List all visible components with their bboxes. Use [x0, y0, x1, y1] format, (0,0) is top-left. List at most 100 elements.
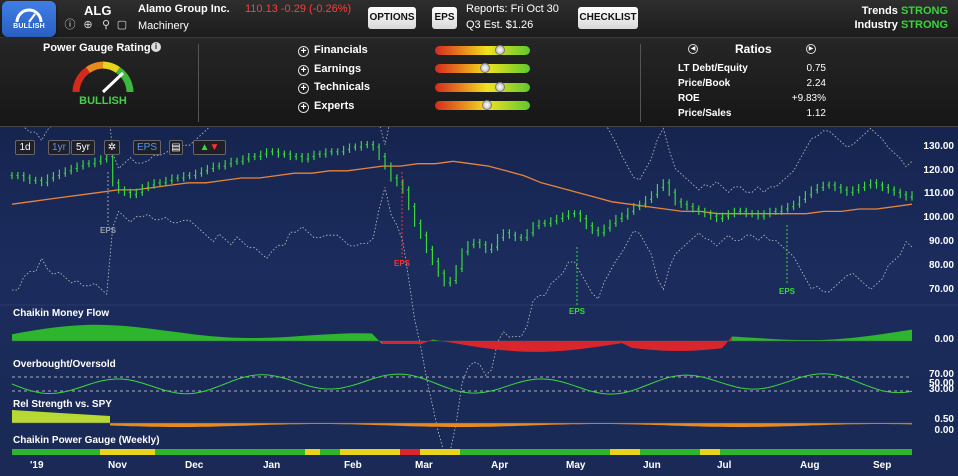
money-flow-bar [622, 341, 632, 348]
power-gauge-segment [420, 449, 460, 455]
eps-marker-label[interactable]: EPS [100, 226, 116, 235]
power-gauge-segment [155, 449, 305, 455]
money-flow-bar [402, 341, 412, 344]
money-flow-bar [52, 326, 62, 341]
factor-label: Experts [314, 100, 355, 112]
factor-bar-earnings [435, 63, 530, 73]
range-5yr-button[interactable]: 5yr [71, 140, 95, 155]
factor-label: Financials [314, 44, 368, 56]
expand-icon[interactable]: + [298, 102, 309, 113]
x-tick-label: May [566, 460, 586, 471]
price-tick-label: 110.00 [923, 188, 954, 199]
trends-label: Trends [861, 5, 898, 17]
money-flow-bar [112, 325, 122, 341]
industry-label: Industry [854, 19, 898, 31]
factor-knob [480, 63, 491, 73]
search-icon[interactable]: ⚲ [100, 19, 112, 31]
expand-icon[interactable]: + [298, 83, 309, 94]
document-icon[interactable]: ▤ [169, 140, 183, 155]
ratio-label: ROE [678, 93, 700, 104]
power-gauge-segment [400, 449, 420, 455]
eps-marker-label[interactable]: EPS [569, 307, 585, 316]
money-flow-bar [62, 325, 72, 341]
ratio-value: 0.75 [806, 63, 826, 74]
money-flow-bar [312, 334, 322, 341]
trends-value: STRONG [900, 5, 948, 17]
money-flow-bar [832, 338, 842, 341]
factor-earnings[interactable]: + Earnings [298, 63, 361, 76]
money-flow-bar [252, 337, 262, 341]
gauge-panel: Power Gauge Rating i BULLISH + Financials… [0, 38, 958, 127]
prev-arrow-icon[interactable]: ◀ [688, 44, 698, 54]
eps-marker-label[interactable]: EPS [394, 259, 410, 268]
money-flow-bar [842, 337, 852, 341]
overbought-tick-label: 30.00 [928, 384, 954, 395]
money-flow-bar [902, 329, 912, 341]
company-name: Alamo Group Inc. [138, 3, 230, 15]
price-chart[interactable] [0, 127, 958, 476]
money-flow-bar [462, 341, 472, 347]
ratio-value: 2.24 [806, 78, 826, 89]
price-tick-label: 90.00 [928, 236, 954, 247]
settings-gear-icon[interactable]: ✲ [104, 140, 120, 155]
factor-experts[interactable]: + Experts [298, 100, 354, 113]
power-gauge-segment [12, 449, 100, 455]
power-gauge-segment [340, 449, 400, 455]
checklist-button[interactable]: CHECKLIST [578, 7, 638, 29]
interval-1d-button[interactable]: 1d [15, 140, 35, 155]
money-flow-bar [742, 337, 752, 341]
money-flow-bar [172, 331, 182, 341]
money-flow-bar [502, 341, 512, 351]
factor-financials[interactable]: + Financials [298, 44, 368, 57]
gauge-icon [15, 8, 43, 23]
eps-button[interactable]: EPS [432, 7, 457, 29]
expand-icon[interactable]: + [298, 46, 309, 57]
bullish-badge[interactable]: BULLISH [2, 1, 56, 37]
money-flow-bar [582, 341, 592, 349]
money-flow-bar [452, 341, 462, 345]
options-button[interactable]: OPTIONS [368, 7, 416, 29]
divider [198, 44, 199, 122]
money-flow-bar [292, 335, 302, 341]
money-flow-bar [182, 332, 192, 341]
factor-bar-experts [435, 100, 530, 110]
rel-strength-positive-area [12, 410, 110, 423]
money-flow-bar [362, 333, 372, 341]
money-flow-bar [732, 336, 742, 341]
money-flow-bar [632, 341, 642, 349]
money-flow-bar [862, 335, 872, 341]
x-tick-label: Feb [344, 460, 362, 471]
factor-label: Earnings [314, 63, 362, 75]
money-flow-bar [232, 337, 242, 341]
price-tick-label: 100.00 [923, 212, 954, 223]
factor-technicals[interactable]: + Technicals [298, 81, 370, 94]
eps-marker-label[interactable]: EPS [779, 287, 795, 296]
factor-bar-financials [435, 45, 530, 55]
power-gauge-segment [610, 449, 640, 455]
industry-row: Industry STRONG [854, 19, 948, 31]
up-down-arrows-icon[interactable]: ▲▼ [193, 140, 226, 155]
x-tick-label: Nov [108, 460, 127, 471]
info-icon[interactable]: i [151, 42, 161, 52]
lower-band [12, 187, 913, 454]
x-tick-label: Aug [800, 460, 820, 471]
power-gauge-segment [700, 449, 720, 455]
add-icon[interactable]: ⊕ [82, 19, 94, 31]
money-flow-bar [152, 328, 162, 341]
x-tick-label: Sep [873, 460, 892, 471]
industry-name: Machinery [138, 20, 189, 32]
price-tick-label: 80.00 [928, 260, 954, 271]
ratio-value: +9.83% [791, 93, 826, 104]
info-icon[interactable]: ⓘ [64, 19, 76, 31]
money-flow-bar [272, 337, 282, 341]
expand-icon[interactable]: + [298, 65, 309, 76]
eps-toggle-button[interactable]: EPS [133, 140, 161, 155]
chart-area: 1d 1yr 5yr ✲ EPS ▤ ▲▼ Chaikin Money Flow… [0, 127, 958, 476]
money-flow-bar [492, 341, 502, 351]
next-arrow-icon[interactable]: ▶ [806, 44, 816, 54]
note-icon[interactable]: ▢ [116, 19, 128, 31]
money-flow-bar [282, 336, 292, 341]
range-1yr-button[interactable]: 1yr [48, 140, 70, 155]
overbought-title: Overbought/Oversold [13, 359, 116, 370]
power-gauge-segment [460, 449, 610, 455]
